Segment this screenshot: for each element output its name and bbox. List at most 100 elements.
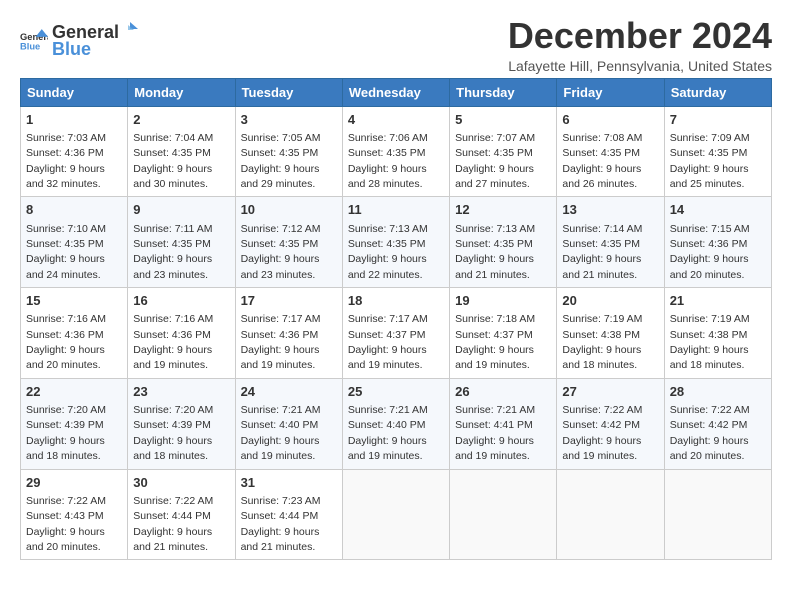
day-info: Sunrise: 7:18 AMSunset: 4:37 PMDaylight:… [455,313,535,371]
day-info: Sunrise: 7:05 AMSunset: 4:35 PMDaylight:… [241,132,321,190]
day-number: 19 [455,292,551,310]
day-number: 9 [133,201,229,219]
day-number: 23 [133,383,229,401]
day-info: Sunrise: 7:21 AMSunset: 4:41 PMDaylight:… [455,404,535,462]
day-number: 4 [348,111,444,129]
calendar-cell: 23 Sunrise: 7:20 AMSunset: 4:39 PMDaylig… [128,378,235,469]
logo-icon: General Blue [20,26,48,54]
day-info: Sunrise: 7:04 AMSunset: 4:35 PMDaylight:… [133,132,213,190]
weekday-header-friday: Friday [557,78,664,106]
calendar-cell [664,469,771,560]
day-info: Sunrise: 7:19 AMSunset: 4:38 PMDaylight:… [670,313,750,371]
day-number: 2 [133,111,229,129]
title-area: December 2024 Lafayette Hill, Pennsylvan… [508,16,772,74]
day-info: Sunrise: 7:22 AMSunset: 4:43 PMDaylight:… [26,495,106,553]
day-info: Sunrise: 7:16 AMSunset: 4:36 PMDaylight:… [133,313,213,371]
day-number: 1 [26,111,122,129]
day-info: Sunrise: 7:19 AMSunset: 4:38 PMDaylight:… [562,313,642,371]
calendar-cell: 11 Sunrise: 7:13 AMSunset: 4:35 PMDaylig… [342,197,449,288]
day-info: Sunrise: 7:17 AMSunset: 4:37 PMDaylight:… [348,313,428,371]
day-number: 20 [562,292,658,310]
day-number: 10 [241,201,337,219]
day-number: 14 [670,201,766,219]
calendar-cell: 27 Sunrise: 7:22 AMSunset: 4:42 PMDaylig… [557,378,664,469]
day-number: 7 [670,111,766,129]
weekday-header-thursday: Thursday [450,78,557,106]
day-info: Sunrise: 7:15 AMSunset: 4:36 PMDaylight:… [670,223,750,281]
weekday-header-saturday: Saturday [664,78,771,106]
calendar-cell [557,469,664,560]
calendar-cell: 25 Sunrise: 7:21 AMSunset: 4:40 PMDaylig… [342,378,449,469]
day-number: 12 [455,201,551,219]
calendar-cell: 16 Sunrise: 7:16 AMSunset: 4:36 PMDaylig… [128,288,235,379]
calendar-cell: 6 Sunrise: 7:08 AMSunset: 4:35 PMDayligh… [557,106,664,197]
weekday-header-tuesday: Tuesday [235,78,342,106]
day-number: 18 [348,292,444,310]
day-info: Sunrise: 7:16 AMSunset: 4:36 PMDaylight:… [26,313,106,371]
calendar-cell: 18 Sunrise: 7:17 AMSunset: 4:37 PMDaylig… [342,288,449,379]
day-number: 22 [26,383,122,401]
day-info: Sunrise: 7:21 AMSunset: 4:40 PMDaylight:… [241,404,321,462]
logo-bird-icon [120,20,138,38]
calendar-cell: 2 Sunrise: 7:04 AMSunset: 4:35 PMDayligh… [128,106,235,197]
day-info: Sunrise: 7:22 AMSunset: 4:42 PMDaylight:… [670,404,750,462]
logo: General Blue General Blue [20,20,139,60]
calendar-cell: 20 Sunrise: 7:19 AMSunset: 4:38 PMDaylig… [557,288,664,379]
calendar-cell: 31 Sunrise: 7:23 AMSunset: 4:44 PMDaylig… [235,469,342,560]
day-number: 13 [562,201,658,219]
calendar-cell: 10 Sunrise: 7:12 AMSunset: 4:35 PMDaylig… [235,197,342,288]
day-info: Sunrise: 7:13 AMSunset: 4:35 PMDaylight:… [348,223,428,281]
day-info: Sunrise: 7:10 AMSunset: 4:35 PMDaylight:… [26,223,106,281]
day-info: Sunrise: 7:17 AMSunset: 4:36 PMDaylight:… [241,313,321,371]
weekday-header-sunday: Sunday [21,78,128,106]
calendar-cell: 17 Sunrise: 7:17 AMSunset: 4:36 PMDaylig… [235,288,342,379]
day-number: 25 [348,383,444,401]
calendar-cell: 28 Sunrise: 7:22 AMSunset: 4:42 PMDaylig… [664,378,771,469]
svg-text:Blue: Blue [20,41,40,51]
day-number: 24 [241,383,337,401]
day-info: Sunrise: 7:12 AMSunset: 4:35 PMDaylight:… [241,223,321,281]
day-info: Sunrise: 7:22 AMSunset: 4:44 PMDaylight:… [133,495,213,553]
day-number: 31 [241,474,337,492]
calendar-cell: 7 Sunrise: 7:09 AMSunset: 4:35 PMDayligh… [664,106,771,197]
day-number: 27 [562,383,658,401]
day-info: Sunrise: 7:11 AMSunset: 4:35 PMDaylight:… [133,223,212,281]
day-number: 30 [133,474,229,492]
calendar-cell [450,469,557,560]
location-title: Lafayette Hill, Pennsylvania, United Sta… [508,58,772,74]
weekday-header-monday: Monday [128,78,235,106]
day-number: 21 [670,292,766,310]
calendar-cell: 22 Sunrise: 7:20 AMSunset: 4:39 PMDaylig… [21,378,128,469]
calendar-cell: 15 Sunrise: 7:16 AMSunset: 4:36 PMDaylig… [21,288,128,379]
calendar-cell: 24 Sunrise: 7:21 AMSunset: 4:40 PMDaylig… [235,378,342,469]
day-number: 11 [348,201,444,219]
day-number: 5 [455,111,551,129]
calendar-cell: 30 Sunrise: 7:22 AMSunset: 4:44 PMDaylig… [128,469,235,560]
day-number: 17 [241,292,337,310]
calendar-cell: 12 Sunrise: 7:13 AMSunset: 4:35 PMDaylig… [450,197,557,288]
day-number: 8 [26,201,122,219]
day-info: Sunrise: 7:03 AMSunset: 4:36 PMDaylight:… [26,132,106,190]
calendar-cell: 1 Sunrise: 7:03 AMSunset: 4:36 PMDayligh… [21,106,128,197]
day-number: 29 [26,474,122,492]
calendar-cell: 4 Sunrise: 7:06 AMSunset: 4:35 PMDayligh… [342,106,449,197]
day-info: Sunrise: 7:21 AMSunset: 4:40 PMDaylight:… [348,404,428,462]
day-info: Sunrise: 7:20 AMSunset: 4:39 PMDaylight:… [26,404,106,462]
day-info: Sunrise: 7:13 AMSunset: 4:35 PMDaylight:… [455,223,535,281]
day-info: Sunrise: 7:06 AMSunset: 4:35 PMDaylight:… [348,132,428,190]
calendar-cell: 5 Sunrise: 7:07 AMSunset: 4:35 PMDayligh… [450,106,557,197]
calendar-table: SundayMondayTuesdayWednesdayThursdayFrid… [20,78,772,561]
calendar-cell: 13 Sunrise: 7:14 AMSunset: 4:35 PMDaylig… [557,197,664,288]
calendar-cell: 14 Sunrise: 7:15 AMSunset: 4:36 PMDaylig… [664,197,771,288]
calendar-cell [342,469,449,560]
calendar-cell: 8 Sunrise: 7:10 AMSunset: 4:35 PMDayligh… [21,197,128,288]
weekday-header-row: SundayMondayTuesdayWednesdayThursdayFrid… [21,78,772,106]
month-title: December 2024 [508,16,772,56]
day-number: 6 [562,111,658,129]
day-number: 16 [133,292,229,310]
day-info: Sunrise: 7:08 AMSunset: 4:35 PMDaylight:… [562,132,642,190]
calendar-cell: 9 Sunrise: 7:11 AMSunset: 4:35 PMDayligh… [128,197,235,288]
day-info: Sunrise: 7:14 AMSunset: 4:35 PMDaylight:… [562,223,642,281]
day-info: Sunrise: 7:20 AMSunset: 4:39 PMDaylight:… [133,404,213,462]
day-info: Sunrise: 7:23 AMSunset: 4:44 PMDaylight:… [241,495,321,553]
